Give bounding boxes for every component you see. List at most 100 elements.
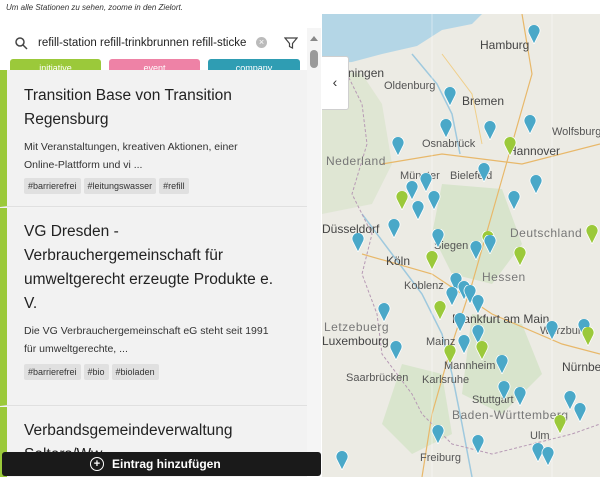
company-map-pin-icon[interactable] xyxy=(445,287,459,306)
entry-tags: #barrierefrei #bio #bioladen xyxy=(24,364,162,380)
company-map-pin-icon[interactable] xyxy=(419,173,433,192)
chevron-left-icon: ‹ xyxy=(332,74,338,90)
initiative-map-pin-icon[interactable] xyxy=(475,341,489,360)
entry-description: Mit Veranstaltungen, kreativen Aktionen,… xyxy=(24,138,294,174)
search-bar: × xyxy=(10,32,300,54)
tag[interactable]: #barrierefrei xyxy=(24,178,81,194)
company-map-pin-icon[interactable] xyxy=(389,341,403,360)
company-map-pin-icon[interactable] xyxy=(573,403,587,422)
initiative-map-pin-icon[interactable] xyxy=(585,225,599,244)
tag[interactable]: #bioladen xyxy=(111,364,159,380)
initiative-map-pin-icon[interactable] xyxy=(513,247,527,266)
company-map-pin-icon[interactable] xyxy=(483,235,497,254)
map-label-osnabrueck: Osnabrück xyxy=(422,138,476,150)
map-label-hessen: Hessen xyxy=(482,270,526,284)
initiative-map-pin-icon[interactable] xyxy=(581,327,595,346)
map-label-freiburg: Freiburg xyxy=(420,452,461,464)
initiative-map-pin-icon[interactable] xyxy=(425,251,439,270)
company-map-pin-icon[interactable] xyxy=(443,87,457,106)
tag[interactable]: #leitungswasser xyxy=(83,178,157,194)
company-map-pin-icon[interactable] xyxy=(497,381,511,400)
entry-description-line: Die VG Verbrauchergemeinschaft eG steht … xyxy=(24,325,269,337)
entry-list: Transition Base von Transition Regensbur… xyxy=(0,70,307,477)
scrollbar-thumb[interactable] xyxy=(310,50,318,68)
map-label-nuernberg: Nürnberg xyxy=(562,360,600,374)
search-icon[interactable] xyxy=(14,36,28,50)
company-map-pin-icon[interactable] xyxy=(411,201,425,220)
company-map-pin-icon[interactable] xyxy=(431,229,445,248)
search-input[interactable] xyxy=(38,32,258,54)
tag[interactable]: #bio xyxy=(83,364,109,380)
company-map-pin-icon[interactable] xyxy=(387,219,401,238)
entry-title-line: VG Dresden - xyxy=(24,223,119,240)
company-map-pin-icon[interactable] xyxy=(471,435,485,454)
scroll-up-arrow[interactable] xyxy=(310,36,318,41)
entry-card[interactable]: VG Dresden - Verbrauchergemeinschaft für… xyxy=(0,208,307,406)
map-label-nederland: Nederland xyxy=(326,154,386,168)
entry-title[interactable]: Transition Base von Transition Regensbur… xyxy=(24,84,232,132)
initiative-map-pin-icon[interactable] xyxy=(443,345,457,364)
add-entry-button[interactable]: + Eintrag hinzufügen xyxy=(2,452,321,476)
company-map-pin-icon[interactable] xyxy=(477,163,491,182)
entry-description: Die VG Verbrauchergemeinschaft eG steht … xyxy=(24,322,294,358)
entry-description-line: Mit Veranstaltungen, kreativen Aktionen,… xyxy=(24,141,238,153)
company-map-pin-icon[interactable] xyxy=(527,25,541,44)
company-map-pin-icon[interactable] xyxy=(431,425,445,444)
company-map-pin-icon[interactable] xyxy=(439,119,453,138)
map-label-saarbruecken: Saarbrücken xyxy=(346,372,409,384)
map-label-wolfsburg: Wolfsburg xyxy=(552,126,600,138)
entry-tags: #barrierefrei #leitungswasser #refill xyxy=(24,178,192,194)
initiative-map-pin-icon[interactable] xyxy=(433,301,447,320)
company-map-pin-icon[interactable] xyxy=(545,321,559,340)
list-scrollbar[interactable] xyxy=(307,28,321,471)
company-map-pin-icon[interactable] xyxy=(453,313,467,332)
entry-title-line: Verbrauchergemeinschaft für xyxy=(24,247,224,264)
company-map-pin-icon[interactable] xyxy=(377,303,391,322)
tag[interactable]: #barrierefrei xyxy=(24,364,81,380)
company-map-pin-icon[interactable] xyxy=(523,115,537,134)
entry-title-line: V. xyxy=(24,295,38,312)
tag[interactable]: #refill xyxy=(159,178,189,194)
entry-description-line: für umweltgerechte, ... xyxy=(24,343,128,355)
plus-circle-icon: + xyxy=(90,457,104,471)
company-map-pin-icon[interactable] xyxy=(427,191,441,210)
map-label-koblenz: Koblenz xyxy=(404,280,444,292)
company-map-pin-icon[interactable] xyxy=(507,191,521,210)
company-map-pin-icon[interactable] xyxy=(351,233,365,252)
clear-search-icon[interactable]: × xyxy=(256,37,267,48)
map-label-karlsruhe: Karlsruhe xyxy=(422,374,470,386)
initiative-map-pin-icon[interactable] xyxy=(553,415,567,434)
map-label-ulm: Ulm xyxy=(530,430,550,442)
entry-title[interactable]: VG Dresden - Verbrauchergemeinschaft für… xyxy=(24,220,273,316)
map-label-baden-wuerttemberg: Baden-Württemberg xyxy=(452,408,569,422)
entry-title-line: Verbandsgemeindeverwaltung xyxy=(24,422,233,439)
company-map-pin-icon[interactable] xyxy=(391,137,405,156)
entry-card[interactable]: Transition Base von Transition Regensbur… xyxy=(0,70,307,207)
entry-title-line: Regensburg xyxy=(24,111,109,128)
company-map-pin-icon[interactable] xyxy=(513,387,527,406)
map-label-luxembourg: Luxembourg xyxy=(322,334,389,348)
company-map-pin-icon[interactable] xyxy=(495,355,509,374)
company-map-pin-icon[interactable] xyxy=(335,451,349,470)
initiative-map-pin-icon[interactable] xyxy=(503,137,517,156)
map-view[interactable]: Hamburg Groningen Oldenburg Bremen Osnab… xyxy=(322,14,600,477)
map-label-koeln: Köln xyxy=(386,254,411,268)
add-entry-label: Eintrag hinzufügen xyxy=(112,457,221,471)
entry-title-line: umweltgerecht erzeugte Produkte e. xyxy=(24,271,273,288)
company-map-pin-icon[interactable] xyxy=(541,447,555,466)
map-hint: Um alle Stationen zu sehen, zoome in den… xyxy=(6,3,183,12)
map-label-letzebuerg: Letzebuerg xyxy=(324,320,390,334)
map-label-hamburg: Hamburg xyxy=(480,38,530,52)
map-label-deutschland: Deutschland xyxy=(510,226,583,240)
company-map-pin-icon[interactable] xyxy=(483,121,497,140)
company-map-pin-icon[interactable] xyxy=(457,335,471,354)
collapse-panel-button[interactable]: ‹ xyxy=(322,56,349,110)
company-map-pin-icon[interactable] xyxy=(471,295,485,314)
filter-icon[interactable] xyxy=(284,36,298,50)
map-label-oldenburg: Oldenburg xyxy=(384,80,436,92)
company-map-pin-icon[interactable] xyxy=(469,241,483,260)
map-label-bremen: Bremen xyxy=(462,94,505,108)
initiative-map-pin-icon[interactable] xyxy=(395,191,409,210)
company-map-pin-icon[interactable] xyxy=(529,175,543,194)
entry-description-line: Online-Plattform und vi ... xyxy=(24,159,143,171)
